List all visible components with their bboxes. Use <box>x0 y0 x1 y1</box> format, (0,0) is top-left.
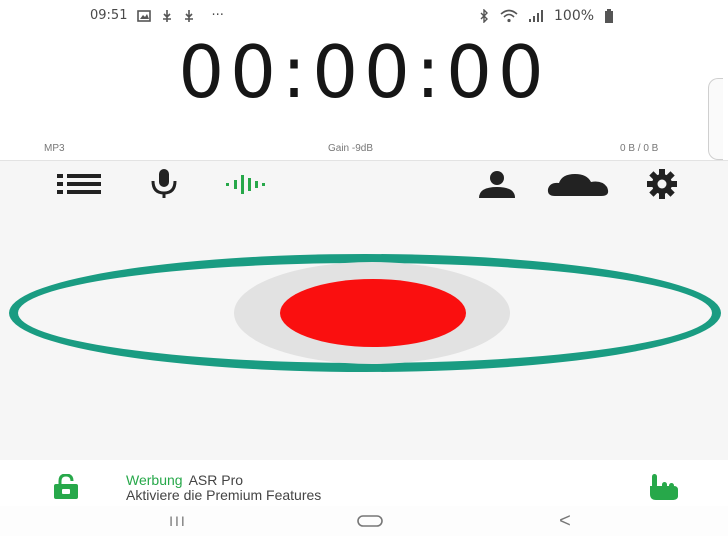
microphone-button[interactable] <box>146 167 182 201</box>
ad-description: Aktiviere die Premium Features <box>126 487 322 503</box>
account-button[interactable] <box>474 167 520 201</box>
gallery-icon <box>137 9 152 22</box>
ad-banner[interactable]: Werbung ASR Pro Aktiviere die Premium Fea… <box>0 460 728 506</box>
bluetooth-icon <box>480 9 488 23</box>
waveform-button[interactable] <box>222 167 274 201</box>
recording-info-bar: MP3 Gain -9dB 0 B / 0 B <box>0 140 728 160</box>
status-time: 09:51 <box>90 8 128 23</box>
system-navigation-bar: III < <box>0 506 728 536</box>
status-more-indicator: ··· <box>211 8 224 23</box>
microphone-icon <box>151 169 177 198</box>
waveform-icon <box>226 175 265 194</box>
lock-open-icon <box>54 474 78 499</box>
ad-app-name: ASR Pro <box>188 472 244 488</box>
cloud-button[interactable] <box>546 167 612 201</box>
recents-button[interactable]: III <box>160 510 196 532</box>
cloud-icon <box>547 174 609 196</box>
usb-icon <box>185 9 194 22</box>
hand-pointer-icon[interactable] <box>646 472 690 502</box>
file-size-label: 0 B / 0 B <box>620 143 659 154</box>
settings-button[interactable] <box>636 167 688 201</box>
back-button[interactable]: < <box>548 510 582 532</box>
back-icon: < <box>559 509 571 532</box>
toolbar <box>0 161 728 207</box>
home-button[interactable] <box>350 510 390 532</box>
battery-icon <box>605 9 614 23</box>
usb-icon <box>163 9 172 22</box>
signal-icon <box>529 10 543 22</box>
recents-icon: III <box>169 513 187 529</box>
gain-label[interactable]: Gain -9dB <box>328 143 373 154</box>
status-bar: 09:51 ··· 100% <box>0 0 728 32</box>
recording-timer: 00:00:00 <box>178 30 550 114</box>
recordings-list-button[interactable] <box>56 167 102 201</box>
list-icon <box>57 174 101 194</box>
format-label[interactable]: MP3 <box>44 143 65 154</box>
battery-percentage: 100% <box>554 8 595 24</box>
record-button[interactable] <box>280 279 466 347</box>
gear-icon <box>647 169 677 199</box>
wifi-icon <box>500 9 518 23</box>
profile-icon <box>479 171 515 198</box>
ad-title: Werbung ASR Pro <box>126 472 243 488</box>
home-icon <box>357 515 383 527</box>
ad-label: Werbung <box>126 472 183 488</box>
